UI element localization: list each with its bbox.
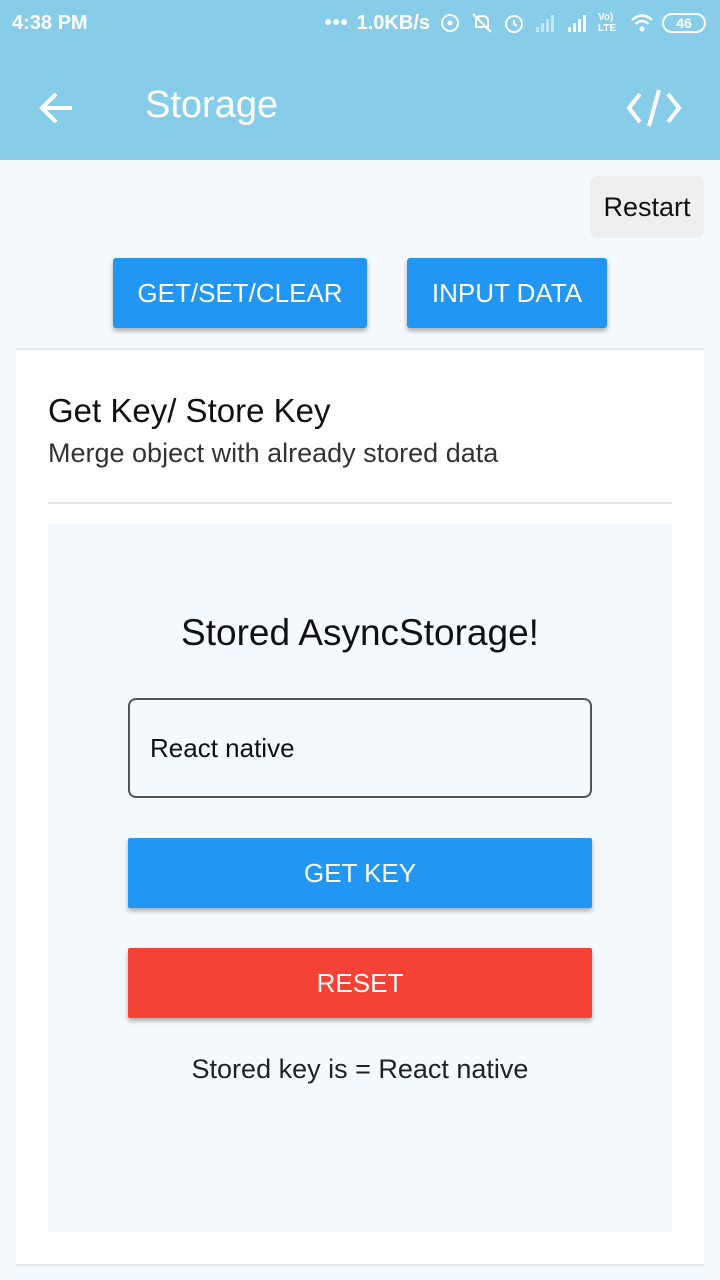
- demo-heading: Stored AsyncStorage!: [181, 612, 539, 653]
- network-speed: 1.0KB/s: [356, 11, 430, 34]
- restart-button[interactable]: Restart: [590, 176, 704, 238]
- get-key-button[interactable]: GET KEY: [128, 838, 592, 908]
- alarm-off-icon: [472, 13, 492, 33]
- divider: [48, 502, 672, 504]
- signal-weak-icon: [536, 15, 554, 32]
- status-time: 4:38 PM: [12, 12, 88, 34]
- view-source-button[interactable]: [624, 80, 684, 136]
- example-card: Get Key/ Store Key Merge object with alr…: [16, 348, 704, 1266]
- key-input[interactable]: [128, 698, 592, 798]
- page-title: Storage: [145, 84, 279, 126]
- card-subtitle: Merge object with already stored data: [48, 438, 499, 468]
- battery-indicator: 46: [662, 13, 706, 33]
- code-icon: [626, 89, 682, 127]
- volte-label: Vo) LTE: [598, 12, 617, 34]
- status-icons: ••• 1.0KB/s Vo) LTE 46: [325, 11, 706, 35]
- app-bar: 4:38 PM ••• 1.0KB/s Vo) LTE 46 Storage: [0, 0, 720, 160]
- hotspot-icon: [441, 14, 459, 32]
- stored-key-result: Stored key is = React native: [191, 1054, 529, 1084]
- alarm-icon: [505, 15, 523, 33]
- tab-input-data[interactable]: INPUT DATA: [407, 258, 607, 328]
- tab-get-set-clear[interactable]: GET/SET/CLEAR: [113, 258, 367, 328]
- toolbar: Storage: [0, 60, 720, 156]
- status-bar: 4:38 PM ••• 1.0KB/s Vo) LTE 46: [0, 0, 720, 48]
- arrow-left-icon: [39, 92, 72, 124]
- signal-icon: [568, 15, 586, 32]
- back-button[interactable]: [30, 82, 82, 134]
- demo-area: Stored AsyncStorage! GET KEY RESET Store…: [48, 524, 672, 1232]
- notification-dots: •••: [324, 11, 349, 34]
- wifi-icon: [631, 14, 653, 32]
- card-title: Get Key/ Store Key: [48, 392, 331, 429]
- reset-button[interactable]: RESET: [128, 948, 592, 1018]
